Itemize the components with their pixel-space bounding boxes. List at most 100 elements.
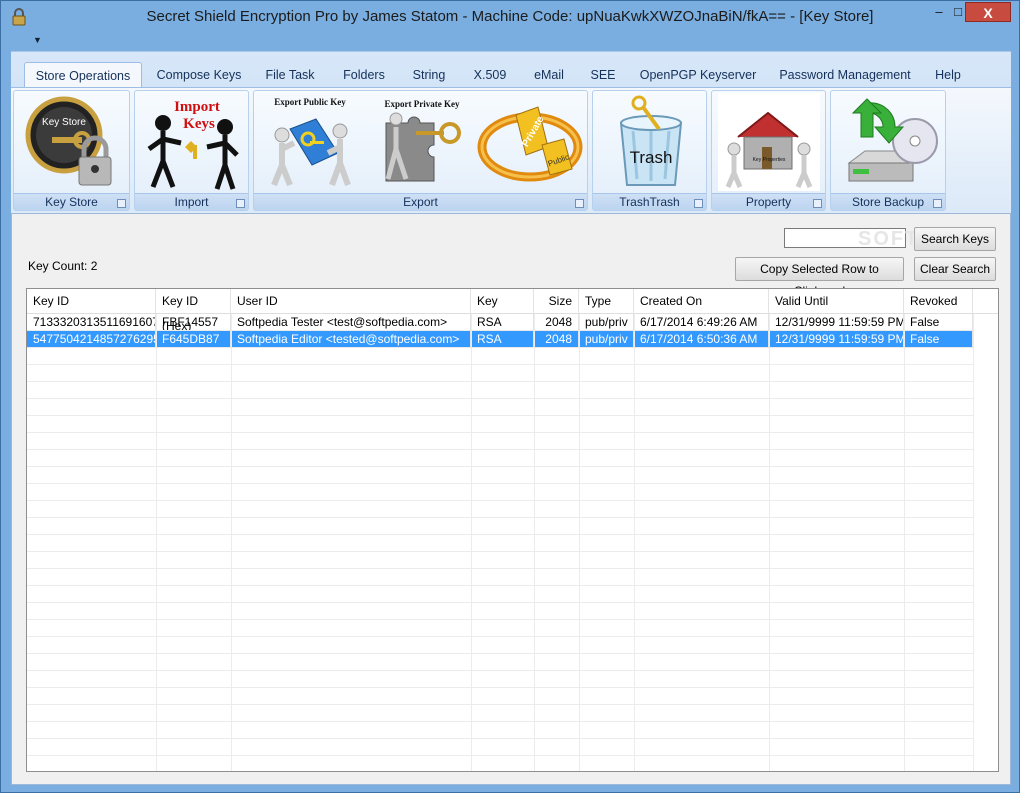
store-backup-dialog-launcher-icon[interactable] (933, 199, 942, 208)
empty-table-row (27, 535, 973, 552)
property-button[interactable]: Key Properties (718, 93, 820, 191)
empty-table-row (27, 586, 973, 603)
column-header-created-on[interactable]: Created On (634, 289, 769, 314)
empty-table-row (27, 569, 973, 586)
tab-password-management[interactable]: Password Management (773, 62, 917, 88)
group-store-backup: Store Backup (830, 90, 946, 211)
empty-table-row (27, 756, 973, 771)
tab-store-operations[interactable]: Store Operations (24, 62, 142, 88)
empty-table-row (27, 399, 973, 416)
property-icon-text: Key Properties (753, 157, 786, 163)
empty-table-row (27, 382, 973, 399)
tab-help[interactable]: Help (927, 62, 969, 88)
cell-type: pub/priv (579, 331, 634, 348)
export-public-key-button[interactable]: Export Public Key (260, 93, 360, 191)
tab-compose-keys[interactable]: Compose Keys (151, 62, 247, 88)
tab-folders[interactable]: Folders (333, 62, 395, 88)
import-keys-icon: Import Keys (147, 99, 239, 190)
key-count-label: Key Count: 2 (28, 259, 98, 273)
cell-key-id-hex: F645DB87 (156, 331, 231, 348)
grid-line (634, 314, 635, 771)
trash-button[interactable]: Trash (611, 93, 691, 191)
group-import: Import Keys Import (134, 90, 249, 211)
keys-table[interactable]: Key ID Key ID (Hex) User ID Key Size Typ… (26, 288, 999, 772)
tab-x509[interactable]: X.509 (467, 62, 513, 88)
app-window: Secret Shield Encryption Pro by James St… (0, 0, 1020, 793)
empty-table-row (27, 433, 973, 450)
cell-key: RSA (471, 331, 534, 348)
copy-row-button[interactable]: Copy Selected Row to Clipboard (735, 257, 904, 298)
empty-table-row (27, 416, 973, 433)
cell-size: 2048 (534, 314, 579, 331)
search-keys-button[interactable]: Search Keys (914, 227, 996, 251)
export-dialog-launcher-icon[interactable] (575, 199, 584, 208)
empty-table-row (27, 552, 973, 569)
empty-table-row (27, 654, 973, 671)
property-dialog-launcher-icon[interactable] (813, 199, 822, 208)
export-private-key-icon-text: Export Private Key (385, 99, 460, 109)
trash-dialog-launcher-icon[interactable] (694, 199, 703, 208)
ribbon-tabs: Store Operations Compose Keys File Task … (11, 60, 1011, 88)
backup-drive-icon (847, 98, 938, 182)
column-header-key-id-hex[interactable]: Key ID (Hex) (156, 289, 231, 333)
key-store-dialog-launcher-icon[interactable] (117, 199, 126, 208)
table-header: Key ID Key ID (Hex) User ID Key Size Typ… (27, 289, 998, 333)
import-dialog-launcher-icon[interactable] (236, 199, 245, 208)
empty-table-row (27, 450, 973, 467)
grid-line (471, 314, 472, 771)
column-header-key[interactable]: Key (471, 289, 534, 314)
store-backup-button[interactable] (839, 93, 939, 191)
grid-line (973, 314, 974, 771)
key-properties-icon: Key Properties (718, 93, 820, 191)
tab-email[interactable]: eMail (525, 62, 573, 88)
column-header-key-id[interactable]: Key ID (27, 289, 156, 314)
empty-table-row (27, 671, 973, 688)
export-public-key-icon: Export Public Key (271, 97, 351, 187)
cell-key-id-hex: FBF14557 (156, 314, 231, 331)
empty-table-row (27, 688, 973, 705)
title-bar[interactable]: Secret Shield Encryption Pro by James St… (1, 1, 1019, 33)
column-header-size[interactable]: Size (534, 289, 579, 314)
empty-table-row (27, 467, 973, 484)
tab-string[interactable]: String (405, 62, 453, 88)
group-label-trash: TrashTrash (593, 193, 706, 210)
tab-openpgp-keyserver[interactable]: OpenPGP Keyserver (635, 62, 761, 88)
import-button[interactable]: Import Keys (141, 95, 245, 191)
export-ring-button[interactable]: Private Public (476, 95, 584, 189)
group-key-store: Key Store Key Store (13, 90, 130, 211)
cell-valid-until: 12/31/9999 11:59:59 PM (769, 331, 904, 348)
table-row[interactable]: 7133320313511691607 FBF14557 Softpedia T… (27, 314, 973, 331)
clear-search-button[interactable]: Clear Search (914, 257, 996, 281)
cell-created-on: 6/17/2014 6:49:26 AM (634, 314, 769, 331)
tab-see[interactable]: SEE (585, 62, 621, 88)
qat-dropdown-icon[interactable]: ▼ (33, 35, 42, 45)
group-trash: Trash TrashTrash (592, 90, 707, 211)
empty-table-row (27, 722, 973, 739)
cell-revoked: False (904, 331, 973, 348)
key-store-button[interactable]: Key Store (24, 95, 120, 191)
cell-user-id: Softpedia Editor <tested@softpedia.com> (231, 331, 471, 348)
key-store-panel: SOFTPEDIA Search Keys Key Count: 2 Copy … (11, 213, 1011, 785)
column-header-valid-until[interactable]: Valid Until (769, 289, 904, 314)
group-export: Export Public Key Export Private Key Pri… (253, 90, 588, 211)
group-property: Key Properties Property (711, 90, 826, 211)
column-header-revoked[interactable]: Revoked (904, 289, 973, 314)
empty-table-row (27, 705, 973, 722)
group-label-property: Property (712, 193, 825, 210)
grid-line (579, 314, 580, 771)
export-private-key-button[interactable]: Export Private Key (366, 93, 466, 191)
empty-table-row (27, 501, 973, 518)
empty-table-row (27, 620, 973, 637)
empty-table-row (27, 484, 973, 501)
column-header-type[interactable]: Type (579, 289, 634, 314)
group-label-key-store: Key Store (14, 193, 129, 210)
tab-file-task[interactable]: File Task (257, 62, 323, 88)
import-keys-icon-text: Keys (183, 116, 215, 132)
window-title: Secret Shield Encryption Pro by James St… (146, 8, 874, 25)
cell-key-id: 5477504214857276295 (27, 331, 156, 348)
empty-table-row (27, 518, 973, 535)
column-header-user-id[interactable]: User ID (231, 289, 471, 314)
cell-key-id: 7133320313511691607 (27, 314, 156, 331)
close-button[interactable]: X (965, 2, 1011, 22)
table-row-selected[interactable]: 5477504214857276295 F645DB87 Softpedia E… (27, 331, 973, 348)
